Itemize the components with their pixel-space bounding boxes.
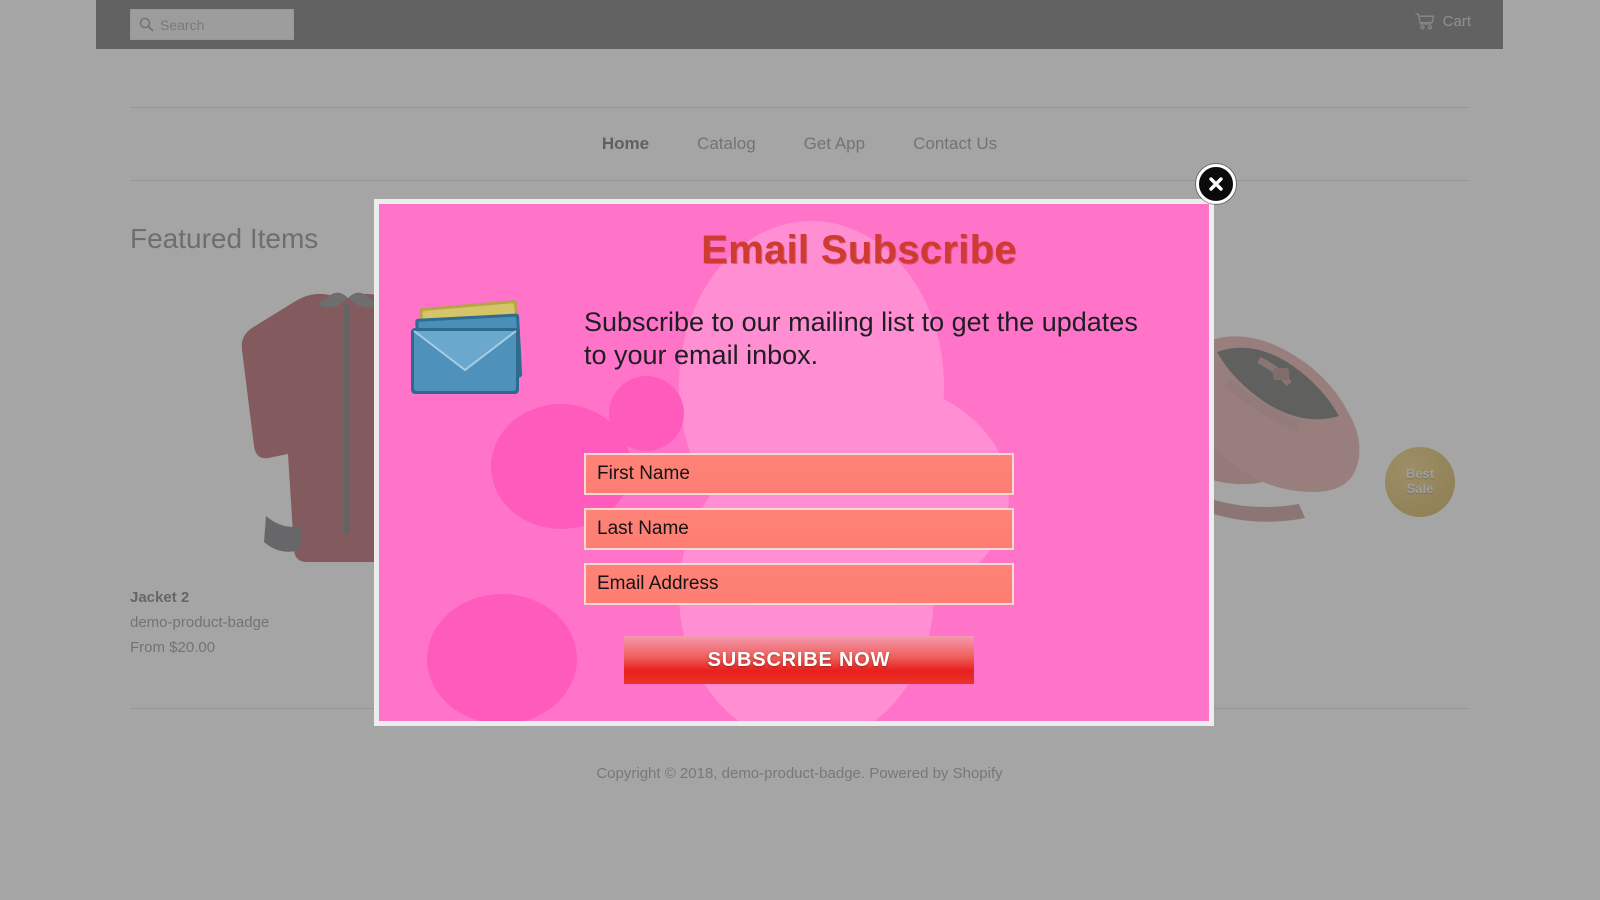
envelope-stack-icon [401, 296, 541, 406]
last-name-field[interactable] [584, 508, 1014, 550]
email-address-field[interactable] [584, 563, 1014, 605]
subscribe-now-button[interactable]: SUBSCRIBE NOW [624, 636, 974, 684]
screenshot-root: Cart Home Catalog Get App Contact Us Fea… [0, 0, 1600, 900]
modal-title: Email Subscribe [701, 228, 1017, 272]
subscribe-form [584, 453, 1014, 618]
close-icon[interactable] [1196, 164, 1236, 204]
email-subscribe-modal: Email Subscribe Subscribe to our mailing… [374, 199, 1214, 726]
modal-body-text: Subscribe to our mailing list to get the… [584, 307, 1138, 370]
decorative-circle [609, 376, 684, 451]
first-name-field[interactable] [584, 453, 1014, 495]
modal-title-row: Email Subscribe [379, 228, 1209, 273]
decorative-circle [427, 594, 577, 721]
